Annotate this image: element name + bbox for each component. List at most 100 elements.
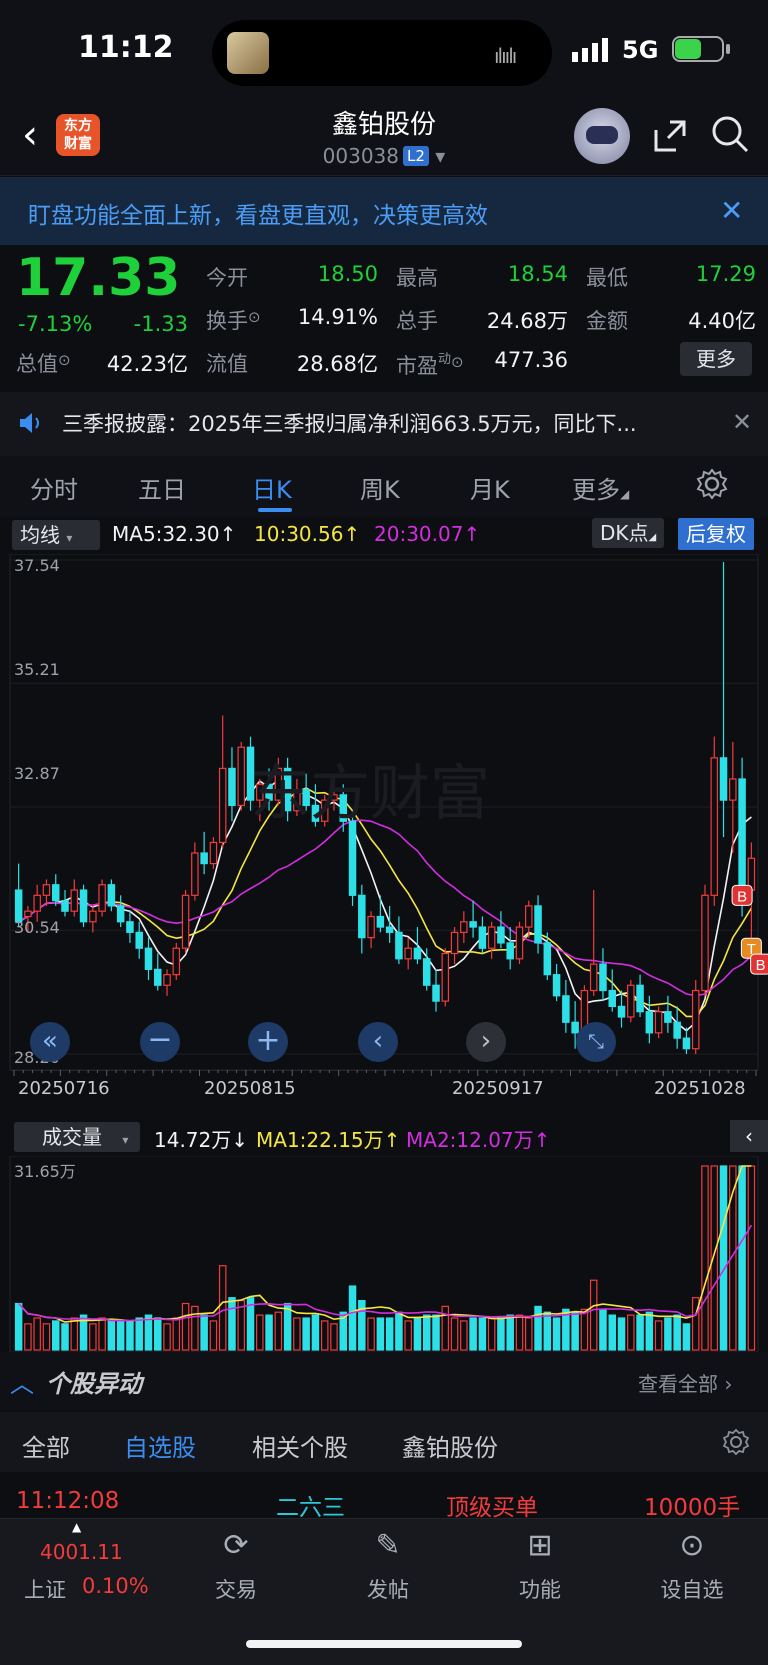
- low-label: 最低: [586, 266, 628, 290]
- close-icon[interactable]: ✕: [720, 194, 743, 227]
- candle-body: [654, 1011, 663, 1034]
- settings-gear-icon[interactable]: [696, 468, 728, 500]
- volume-bar: [654, 1320, 663, 1351]
- add-watchlist-icon[interactable]: ⊙: [642, 1528, 742, 1563]
- candle-body: [14, 889, 23, 923]
- tab-monthly-k[interactable]: 月K: [470, 470, 510, 505]
- volume-bar: [552, 1317, 561, 1351]
- more-button[interactable]: 更多: [680, 342, 752, 376]
- volume-bar: [135, 1317, 143, 1351]
- candle-body: [228, 767, 236, 807]
- abnormal-tab-stock[interactable]: 鑫铂股份: [402, 1428, 498, 1463]
- fullscreen-icon[interactable]: ⤡: [576, 1022, 616, 1062]
- market-cap-label[interactable]: 总值⊙: [16, 348, 71, 378]
- volume-bar: [265, 1314, 273, 1351]
- battery-cap: [726, 44, 730, 54]
- candle-body: [376, 915, 385, 928]
- next-icon[interactable]: ›: [466, 1022, 506, 1062]
- buy-marker: B: [750, 953, 768, 975]
- open-value: 18.50: [317, 262, 378, 286]
- nav-post[interactable]: 发帖: [338, 1574, 438, 1604]
- date-label: 20250815: [204, 1078, 296, 1099]
- candle-body: [497, 926, 505, 944]
- date-label: 20250716: [18, 1078, 110, 1099]
- volume-bar: [385, 1317, 394, 1351]
- date-label: 20250917: [452, 1078, 544, 1099]
- candle-body: [51, 884, 60, 902]
- y-label-3: 32.87: [14, 764, 60, 783]
- tab-weekly-k[interactable]: 周K: [360, 470, 400, 505]
- volume-bar: [506, 1314, 514, 1351]
- tab-more[interactable]: 更多◢: [572, 470, 629, 505]
- settings-gear-icon[interactable]: [722, 1428, 750, 1456]
- candle-body: [627, 984, 635, 1018]
- volume-bar: [191, 1305, 199, 1351]
- candle-body: [70, 889, 79, 912]
- post-icon[interactable]: ✎: [338, 1528, 438, 1563]
- volume-bar: [710, 1165, 719, 1351]
- turnover-label[interactable]: 换手⊙: [206, 305, 261, 335]
- candle-body: [135, 931, 143, 949]
- volume-bar: [460, 1320, 468, 1351]
- battery-level: [675, 39, 701, 59]
- tab-five-day[interactable]: 五日: [138, 470, 186, 505]
- view-all-link[interactable]: 查看全部 ›: [638, 1368, 732, 1397]
- volume-bar: [293, 1317, 301, 1351]
- candle-body: [562, 995, 570, 1023]
- float-cap-value: 28.68亿: [296, 352, 378, 376]
- index-change[interactable]: 0.10%: [82, 1574, 149, 1598]
- ma10-value: 10:30.56↑: [254, 522, 361, 546]
- dk-point-button[interactable]: DK点◢: [592, 518, 665, 548]
- kline-chart[interactable]: BTB 东方财富: [0, 554, 768, 1070]
- zoom-in-icon[interactable]: +: [248, 1022, 288, 1062]
- chevron-down-icon: ▾: [435, 144, 446, 168]
- volume-bar: [515, 1314, 524, 1351]
- level2-badge: L2: [403, 146, 429, 166]
- volume-bar: [228, 1297, 236, 1351]
- volume-bar: [51, 1320, 60, 1351]
- nav-functions[interactable]: 功能: [490, 1574, 590, 1604]
- volume-label: 总手: [396, 309, 438, 333]
- index-name[interactable]: 上证: [24, 1574, 66, 1604]
- volume-indicator-selector[interactable]: 成交量 ▾: [14, 1122, 140, 1152]
- market-cap-value: 42.23亿: [106, 352, 188, 376]
- tab-daily-k[interactable]: 日K: [252, 470, 292, 505]
- volume-bar: [747, 1165, 756, 1351]
- nav-add-watchlist[interactable]: 设自选: [642, 1574, 742, 1604]
- functions-icon[interactable]: ⊞: [490, 1528, 590, 1563]
- close-icon[interactable]: ✕: [732, 408, 752, 436]
- signal-icon: [572, 38, 608, 62]
- abnormal-tab-watchlist[interactable]: 自选股: [124, 1428, 196, 1463]
- pe-label[interactable]: 市盈动⊙: [396, 348, 464, 380]
- rewind-icon[interactable]: «: [30, 1022, 70, 1062]
- candle-body: [385, 926, 394, 933]
- trade-icon[interactable]: ⟳: [186, 1528, 286, 1563]
- volume-bar: [617, 1317, 626, 1351]
- adjust-button[interactable]: 后复权: [678, 518, 754, 550]
- candle-body: [200, 852, 208, 865]
- chevron-up-icon[interactable]: ︿: [10, 1364, 34, 1399]
- candle-body: [645, 1011, 654, 1034]
- volume-bar: [645, 1311, 654, 1351]
- ma20-value: 20:30.07↑: [374, 522, 481, 546]
- volume-chart[interactable]: [0, 1156, 768, 1352]
- candle-body: [89, 910, 97, 923]
- prev-icon[interactable]: ‹: [358, 1022, 398, 1062]
- zoom-out-icon[interactable]: −: [140, 1022, 180, 1062]
- collapse-icon[interactable]: ‹: [730, 1120, 768, 1152]
- abnormal-tab-all[interactable]: 全部: [22, 1428, 70, 1463]
- network-type: 5G: [622, 36, 659, 64]
- candle-body: [450, 931, 459, 955]
- candle-body: [33, 894, 41, 912]
- nav-trade[interactable]: 交易: [186, 1574, 286, 1604]
- indicator-selector[interactable]: 均线 ▾: [12, 520, 100, 550]
- share-icon[interactable]: [650, 116, 690, 156]
- info-icon: ⊙: [248, 308, 261, 326]
- candle-body: [126, 921, 134, 933]
- search-icon[interactable]: [710, 114, 750, 154]
- info-icon: ⊙: [451, 353, 464, 371]
- index-value[interactable]: 4001.11: [40, 1540, 123, 1564]
- tab-intraday[interactable]: 分时: [30, 470, 78, 505]
- abnormal-tab-related[interactable]: 相关个股: [252, 1428, 348, 1463]
- volume-bar: [14, 1302, 23, 1351]
